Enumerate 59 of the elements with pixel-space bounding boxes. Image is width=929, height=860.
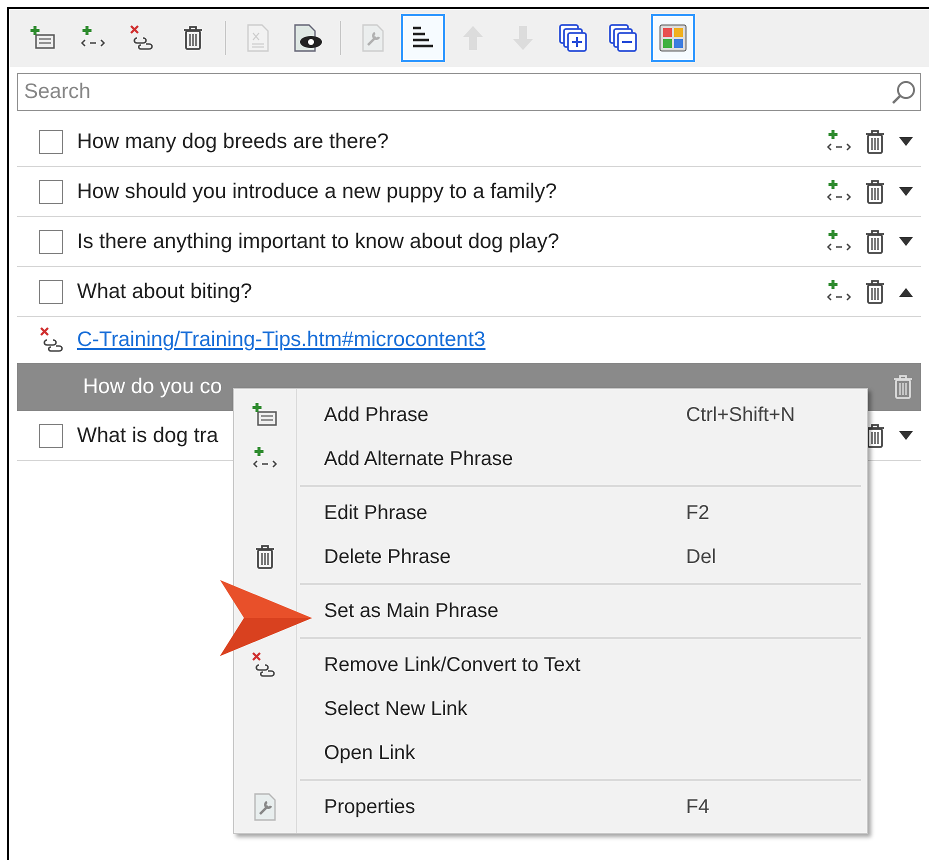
delete-icon[interactable] — [863, 278, 887, 306]
menu-item-label: Remove Link/Convert to Text — [324, 653, 582, 678]
sort-button[interactable] — [401, 14, 445, 62]
menu-item-label: Delete Phrase — [324, 545, 452, 570]
phrase-text: How do you co — [83, 374, 222, 400]
question-text: How should you introduce a new puppy to a family? — [77, 178, 557, 205]
menu-item-label: Edit Phrase — [324, 501, 428, 526]
menu-item[interactable]: Properties F4 — [234, 785, 867, 829]
menu-item[interactable]: Remove Link/Convert to Text — [234, 643, 867, 687]
search-field[interactable]: Search — [17, 73, 921, 111]
checkbox[interactable] — [39, 280, 63, 304]
add-phrase-icon — [29, 24, 57, 52]
shortcut-text: F4 — [686, 795, 710, 820]
preview-icon — [292, 23, 324, 53]
delete-icon[interactable] — [863, 178, 887, 206]
question-row[interactable]: How should you introduce a new puppy to a family? — [17, 167, 921, 217]
delete-icon — [253, 543, 277, 571]
delete-icon[interactable] — [863, 228, 887, 256]
pointer-arrow-icon — [218, 578, 314, 658]
properties-icon — [360, 23, 386, 53]
menu-item-label: Select New Link — [324, 697, 468, 722]
menu-item[interactable]: Open Link — [234, 731, 867, 775]
menu-item[interactable]: Add Alternate Phrase — [234, 437, 867, 481]
menu-item-label: Add Alternate Phrase — [324, 447, 514, 472]
checkbox[interactable] — [39, 424, 63, 448]
question-row[interactable]: Is there anything important to know about dog play? — [17, 217, 921, 267]
question-row[interactable]: What about biting? — [17, 267, 921, 317]
expand-arrow-icon[interactable] — [897, 134, 915, 148]
add-phrase-icon — [251, 401, 279, 429]
delete-icon — [181, 24, 205, 52]
question-text: Is there anything important to know about dog play? — [77, 228, 560, 255]
document-icon — [245, 23, 271, 53]
expand-arrow-icon[interactable] — [897, 234, 915, 248]
delete-icon[interactable] — [863, 128, 887, 156]
expand-all-icon — [558, 23, 588, 53]
shortcut-text: F2 — [686, 501, 710, 526]
checkbox[interactable] — [39, 180, 63, 204]
question-text: What is dog tra — [77, 422, 218, 449]
properties-icon — [252, 792, 278, 822]
checkbox[interactable] — [39, 230, 63, 254]
expand-arrow-icon[interactable] — [897, 184, 915, 198]
collapse-all-icon — [608, 23, 638, 53]
search-icon — [891, 79, 917, 105]
checkbox[interactable] — [39, 130, 63, 154]
shortcut-text: Del — [686, 545, 716, 570]
colors-icon — [659, 24, 687, 52]
menu-item[interactable]: Edit Phrase F2 — [234, 491, 867, 535]
question-text: What about biting? — [77, 278, 252, 305]
menu-item-label: Properties — [324, 795, 416, 820]
menu-item[interactable]: Select New Link — [234, 687, 867, 731]
topic-link[interactable]: C-Training/Training-Tips.htm#microcontent3 — [77, 324, 486, 356]
colors-button[interactable] — [651, 14, 695, 62]
question-text: How many dog breeds are there? — [77, 128, 389, 155]
menu-item-label: Set as Main Phrase — [324, 599, 500, 624]
menu-item[interactable]: Set as Main Phrase — [234, 589, 867, 633]
question-row[interactable]: How many dog breeds are there? — [17, 117, 921, 167]
menu-item[interactable]: Delete Phrase Del — [234, 535, 867, 579]
menu-item-label: Open Link — [324, 741, 416, 766]
expand-arrow-icon[interactable] — [897, 428, 915, 442]
